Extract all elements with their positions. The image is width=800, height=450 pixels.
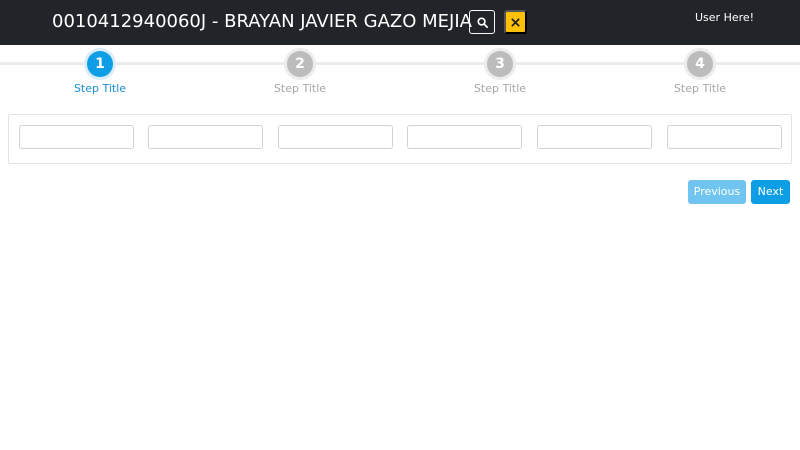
top-navbar: 0010412940060J - BRAYAN JAVIER GAZO MEJI… — [0, 0, 800, 45]
step-1[interactable]: 1 Step Title — [40, 51, 160, 96]
patient-title: 0010412940060J - BRAYAN JAVIER GAZO MEJI… — [52, 11, 472, 32]
user-menu[interactable]: User Here! — [695, 11, 754, 24]
form-field-2[interactable] — [148, 125, 263, 149]
close-button[interactable] — [504, 10, 527, 34]
step-number: 2 — [287, 51, 313, 77]
search-button[interactable] — [469, 10, 495, 34]
step-title: Step Title — [473, 82, 527, 95]
form-field-5[interactable] — [537, 125, 652, 149]
form-field-4[interactable] — [407, 125, 522, 149]
next-button[interactable]: Next — [751, 180, 790, 204]
form-field-3[interactable] — [278, 125, 393, 149]
step-number: 1 — [87, 51, 113, 77]
close-icon — [511, 17, 520, 27]
step-3[interactable]: 3 Step Title — [440, 51, 560, 96]
step-title: Step Title — [673, 82, 727, 95]
search-icon — [476, 16, 488, 28]
step-4[interactable]: 4 Step Title — [640, 51, 760, 96]
step-number: 3 — [487, 51, 513, 77]
form-field-1[interactable] — [19, 125, 134, 149]
previous-button[interactable]: Previous — [688, 180, 746, 204]
step-2[interactable]: 2 Step Title — [240, 51, 360, 96]
form-field-6[interactable] — [667, 125, 782, 149]
step-title: Step Title — [73, 82, 127, 95]
form-panel — [8, 114, 792, 164]
step-title: Step Title — [273, 82, 327, 95]
step-number: 4 — [687, 51, 713, 77]
